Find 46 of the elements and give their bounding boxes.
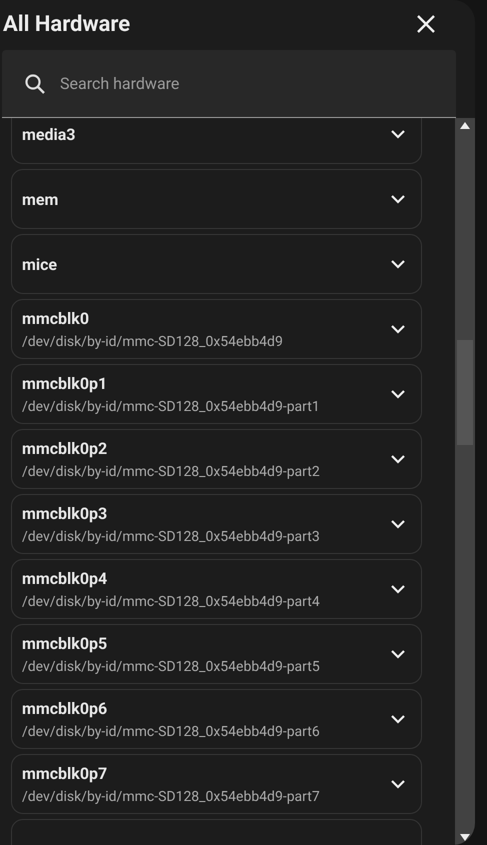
chevron-down-icon[interactable] (390, 389, 406, 399)
device-name: mice (22, 254, 58, 274)
device-name: mmcblk0p4 (22, 568, 108, 588)
device-path: /dev/disk/by-id/mmc-SD128_0x54ebb4d9-part3 (22, 528, 321, 544)
dialog-title: All Hardware (3, 12, 130, 36)
chevron-down-icon[interactable] (390, 129, 406, 139)
device-path: /dev/disk/by-id/mmc-SD128_0x54ebb4d9-part2 (22, 464, 321, 480)
chevron-down-icon[interactable] (390, 519, 406, 529)
device-name: mmcblk0p6 (22, 698, 108, 718)
device-item[interactable]: mmcblk0p5 /dev/disk/by-id/mmc-SD128_0x54ebb4d9-part5 (11, 624, 422, 684)
device-name: mmcblk0p3 (22, 504, 108, 522)
device-name: mmcblk0p2 (22, 438, 108, 458)
chevron-down-icon[interactable] (390, 584, 406, 594)
device-name: media3 (22, 124, 76, 144)
device-item[interactable]: mmcblk0p2 /dev/disk/by-id/mmc-SD128_0x54ebb4d9-part2 (11, 429, 422, 489)
chevron-down-icon[interactable] (390, 649, 406, 659)
device-name: mmcblk0 (22, 308, 90, 328)
search-field[interactable]: Search hardware (2, 50, 456, 118)
device-item[interactable]: mmcblk0 /dev/disk/by-id/mmc-SD128_0x54ebb4d9 (11, 299, 422, 359)
device-item[interactable]: mmcblk0p1 /dev/disk/by-id/mmc-SD128_0x54ebb4d9-part1 (11, 364, 422, 424)
scroll-down-icon[interactable] (460, 834, 470, 841)
chevron-down-icon[interactable] (390, 779, 406, 789)
device-item[interactable]: mem (11, 169, 422, 229)
device-name: mmcblk0p5 (22, 634, 108, 652)
close-button[interactable] (415, 13, 437, 35)
device-item[interactable]: mmcblk0p4 /dev/disk/by-id/mmc-SD128_0x54ebb4d9-part4 (11, 559, 422, 619)
chevron-down-icon[interactable] (390, 194, 406, 204)
device-name: mem (22, 190, 60, 208)
device-item[interactable]: mmcblk0p6 /dev/disk/by-id/mmc-SD128_0x54ebb4d9-part6 (11, 689, 422, 749)
chevron-down-icon[interactable] (390, 714, 406, 724)
device-path: /dev/disk/by-id/mmc-SD128_0x54ebb4d9-part6 (22, 724, 321, 740)
chevron-down-icon[interactable] (390, 259, 406, 269)
device-path: /dev/disk/by-id/mmc-SD128_0x54ebb4d9-part4 (22, 594, 321, 610)
device-item[interactable]: mice (11, 234, 422, 294)
chevron-down-icon[interactable] (390, 454, 406, 464)
device-item[interactable]: mmcblk0p3 /dev/disk/by-id/mmc-SD128_0x54ebb4d9-part3 (11, 494, 422, 554)
device-name: mmcblk0p7 (22, 764, 108, 782)
device-path: /dev/disk/by-id/mmc-SD128_0x54ebb4d9-part1 (22, 398, 321, 414)
device-path: /dev/disk/by-id/mmc-SD128_0x54ebb4d9-part7 (22, 788, 321, 804)
device-item[interactable]: media3 (11, 118, 422, 164)
device-item[interactable]: mmcblk0p7 /dev/disk/by-id/mmc-SD128_0x54ebb4d9-part7 (11, 754, 422, 814)
scroll-up-icon[interactable] (460, 122, 470, 129)
device-path: /dev/disk/by-id/mmc-SD128_0x54ebb4d9 (22, 334, 284, 350)
device-name: mmcblk0p1 (22, 374, 108, 392)
device-path: /dev/disk/by-id/mmc-SD128_0x54ebb4d9-part5 (22, 658, 321, 674)
chevron-down-icon[interactable] (390, 324, 406, 334)
